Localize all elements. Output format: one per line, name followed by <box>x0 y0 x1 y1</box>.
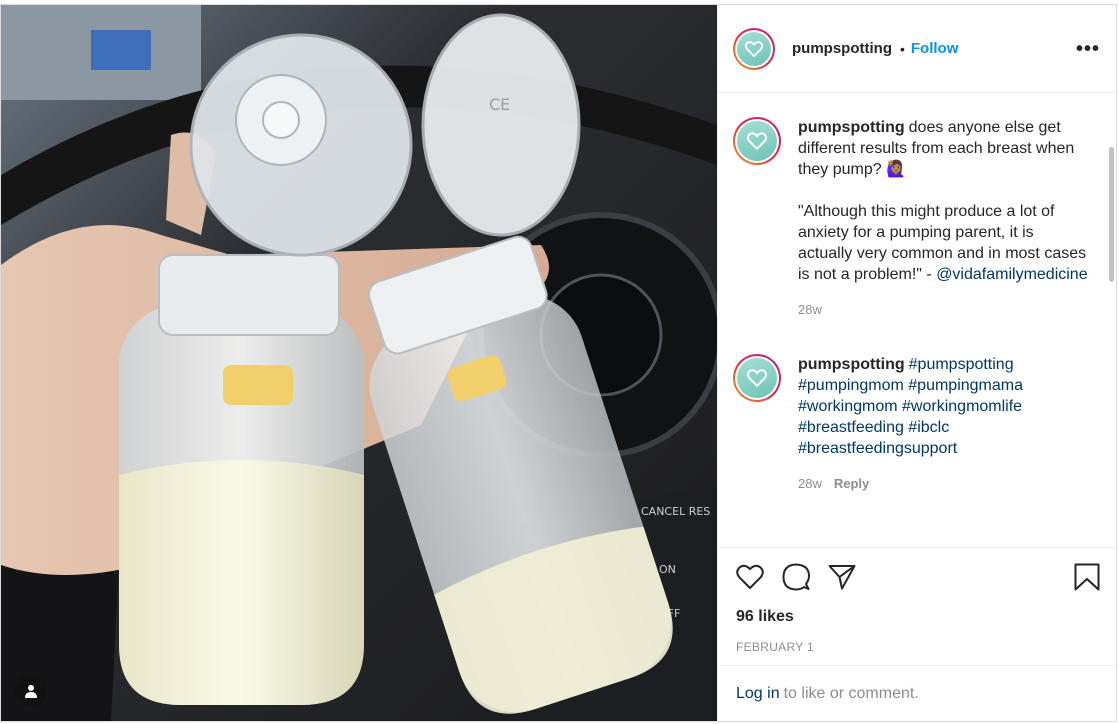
heart-icon[interactable] <box>736 564 764 590</box>
hashtag-comment: pumpspotting #pumpspotting #pumpingmom #p… <box>733 354 1100 494</box>
share-icon[interactable] <box>828 564 856 590</box>
heart-logo-icon <box>747 132 767 150</box>
likes-count[interactable]: 96 likes <box>736 608 1100 626</box>
login-prompt-text: to like or comment. <box>783 684 919 702</box>
follow-button[interactable]: Follow <box>911 40 959 57</box>
heart-logo-icon <box>747 369 767 387</box>
bottles-photo: CANCEL RES ON OFF CE <box>1 5 717 721</box>
comment-time[interactable]: 28w <box>798 476 822 491</box>
header-username[interactable]: pumpspotting <box>792 40 892 57</box>
comment-username[interactable]: pumpspotting <box>798 356 905 373</box>
post-header: pumpspotting • Follow ••• <box>718 5 1116 93</box>
comments-list[interactable]: pumpspotting does anyone else get differe… <box>718 93 1116 547</box>
comment-time[interactable]: 28w <box>798 302 822 317</box>
login-link[interactable]: Log in <box>736 685 780 703</box>
svg-text:ON: ON <box>659 563 676 576</box>
post-photo[interactable]: CANCEL RES ON OFF CE <box>1 5 717 721</box>
login-prompt: Log in to like or comment. <box>718 665 1116 721</box>
more-icon[interactable]: ••• <box>1076 39 1100 59</box>
caption-comment: pumpspotting does anyone else get differe… <box>733 117 1100 320</box>
post-sidebar: pumpspotting • Follow ••• pumpspotting do… <box>717 5 1116 721</box>
header-separator: • <box>899 40 905 57</box>
mention-link[interactable]: @vidafamilymedicine <box>936 266 1087 283</box>
avatar[interactable] <box>733 354 781 402</box>
avatar[interactable] <box>733 117 781 165</box>
avatar[interactable] <box>733 27 775 70</box>
svg-text:CE: CE <box>489 95 510 114</box>
heart-logo-icon <box>745 40 763 57</box>
comment-username[interactable]: pumpspotting <box>798 119 905 136</box>
scrollbar[interactable] <box>1109 147 1114 282</box>
svg-text:CANCEL RES: CANCEL RES <box>641 505 710 518</box>
post-modal: CANCEL RES ON OFF CE <box>0 4 1117 722</box>
user-tag-icon[interactable] <box>15 675 47 707</box>
comment-text: does anyone else get different results f… <box>798 119 1087 283</box>
bookmark-icon[interactable] <box>1074 563 1100 591</box>
comment-icon[interactable] <box>782 563 810 591</box>
post-actions: 96 likes FEBRUARY 1 <box>718 547 1116 665</box>
post-date[interactable]: FEBRUARY 1 <box>736 640 1100 654</box>
reply-button[interactable]: Reply <box>834 476 869 491</box>
